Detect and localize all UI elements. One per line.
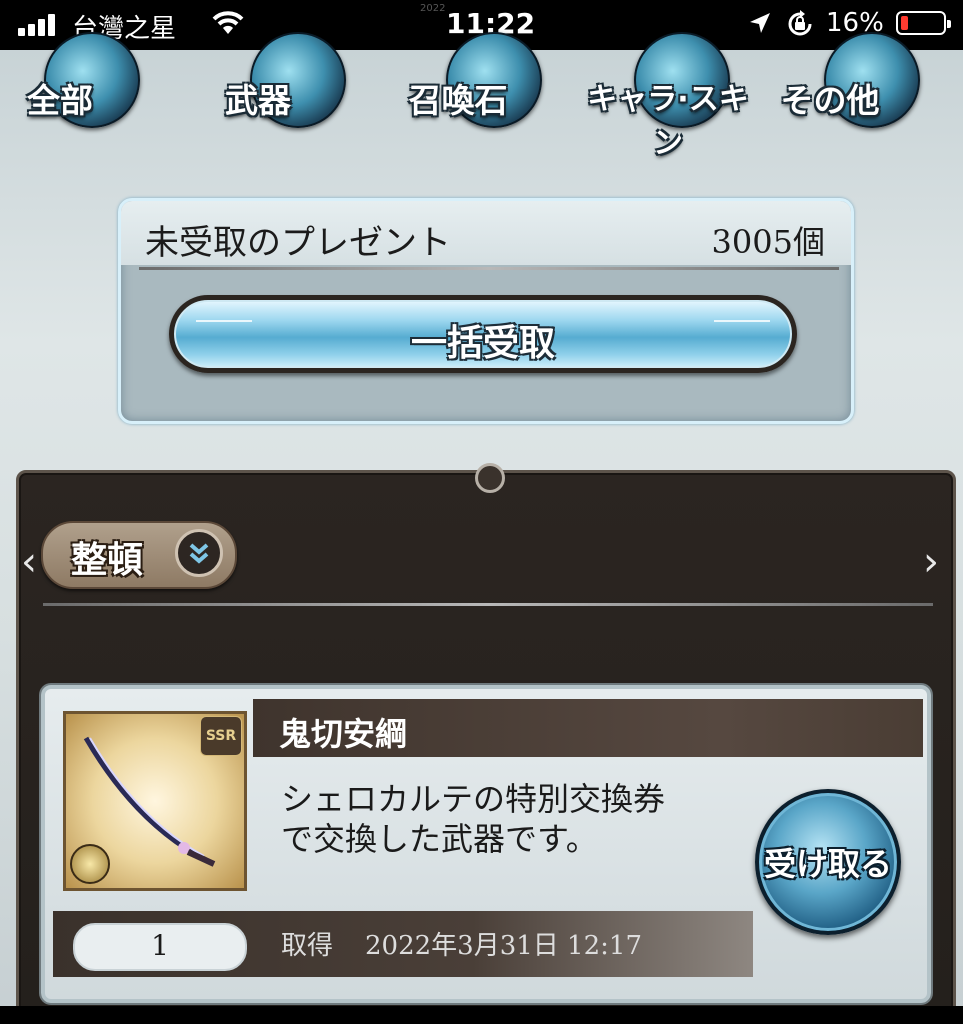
present-count: 3005個 [711,223,825,261]
acquired-date: 2022年3月31日 12:17 [365,931,642,961]
receive-button-label: 受け取る [763,845,892,883]
tab-other[interactable]: その他 [780,32,930,140]
present-summary-header: 未受取のプレゼント 3005個 [121,201,851,265]
tab-all[interactable]: 全部 [10,32,160,140]
unreceived-present-box: 未受取のプレゼント 3005個 一括受取 [118,198,854,424]
cellular-signal-icon [18,14,58,36]
present-box-screen: 全部 武器 召喚石 キャラ·スキン その他 未受取のプレゼント 3005個 一括… [0,32,963,1024]
sort-label: 整頓 [71,540,144,581]
sort-button[interactable]: 整頓 [41,521,237,589]
item-thumbnail[interactable]: SSR [63,711,247,891]
ornament-right-icon [714,320,770,348]
list-divider [43,603,933,606]
item-name-bar: 鬼切安綱 [253,699,923,757]
receive-button[interactable]: 受け取る [755,789,901,935]
ssr-rarity-badge: SSR [200,716,242,756]
tab-weapons-label: 武器 [225,81,291,120]
tab-summons[interactable]: 召喚石 [390,32,542,140]
location-arrow-icon [750,13,770,33]
bulk-receive-button[interactable]: 一括受取 [169,295,797,373]
next-page-arrow[interactable]: › [923,539,939,585]
present-summary-title: 未受取のプレゼント [145,223,451,263]
tab-all-label: 全部 [27,81,93,120]
present-list-panel: ‹ 整頓 › SSR 鬼切安綱 シェロカルテの特別交換券 で交換した武器です。 … [16,463,956,1024]
battery-level [901,16,908,30]
screenshot-date-ghost: 2022 [420,3,446,14]
tab-other-label: その他 [780,81,880,120]
rotation-lock-icon [788,10,812,36]
tab-character-skins[interactable]: キャラ·スキン [587,32,749,161]
tab-weapons[interactable]: 武器 [200,32,350,140]
acquired-label: 取得 [281,931,334,961]
bulk-receive-label: 一括受取 [410,323,555,364]
item-description-line1: シェロカルテの特別交換券 [281,780,666,818]
sort-chevron-down-icon [175,529,223,577]
item-description: シェロカルテの特別交換券 で交換した武器です。 [281,779,741,859]
category-tabs: 全部 武器 召喚石 キャラ·スキン その他 [0,32,963,190]
battery-icon [896,11,951,35]
item-name: 鬼切安綱 [279,715,408,753]
quantity-pill: 1 [73,923,247,971]
present-item-card: SSR 鬼切安綱 シェロカルテの特別交換券 で交換した武器です。 1 取得 20… [41,685,931,1003]
wifi-icon [212,11,244,34]
divider [139,267,839,270]
tab-summons-label: 召喚石 [408,81,508,120]
bottom-bar [0,1006,963,1024]
item-quantity: 1 [151,929,169,962]
element-badge-icon [70,844,110,884]
prev-page-arrow[interactable]: ‹ [21,539,37,585]
tab-character-skins-label: キャラ·スキン [587,82,749,161]
panel-ornament-icon [475,463,505,493]
item-description-line2: で交換した武器です。 [281,820,598,858]
item-footer: 1 取得 2022年3月31日 12:17 [53,911,753,977]
